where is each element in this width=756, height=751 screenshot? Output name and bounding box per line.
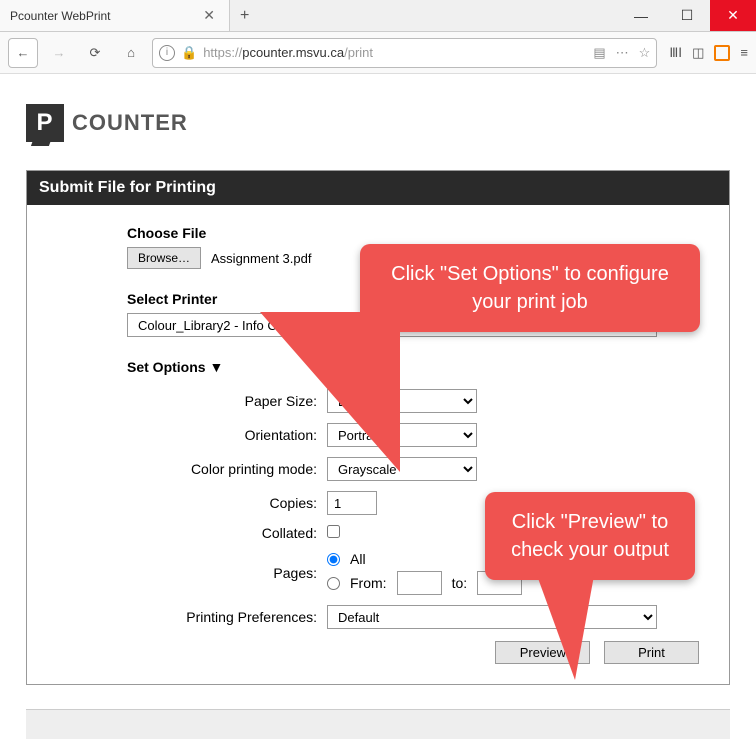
home-button[interactable]: ⌂ [116,38,146,68]
choose-file-label: Choose File [127,225,699,241]
collated-label: Collated: [127,525,327,541]
collated-checkbox[interactable] [327,525,340,538]
sidebar-icon[interactable]: ◫ [692,45,704,61]
url-scheme: https:// [203,45,242,60]
panel-title: Submit File for Printing [27,171,729,205]
pages-all-radio[interactable] [327,553,340,566]
copies-label: Copies: [127,495,327,511]
reload-button[interactable]: ⟳ [80,38,110,68]
url-host: pcounter.msvu.ca [242,45,344,60]
pages-from-radio[interactable] [327,577,340,590]
logo-text: COUNTER [72,110,188,136]
prefs-select[interactable]: Default [327,605,657,629]
browser-toolbar: ← → ⟳ ⌂ i 🔒 https://pcounter.msvu.ca/pri… [0,32,756,74]
extension-icon[interactable] [714,45,730,61]
url-more-icon[interactable]: ⋯ [616,45,629,61]
hamburger-menu-icon[interactable]: ≡ [740,45,748,60]
close-window-button[interactable]: ✕ [710,0,756,31]
pages-to-label: to: [452,575,468,591]
print-button[interactable]: Print [604,641,699,664]
url-text: https://pcounter.msvu.ca/print [203,45,373,60]
set-options-toggle[interactable]: Set Options ▼ [127,359,699,375]
browse-button[interactable]: Browse… [127,247,201,269]
reader-mode-icon[interactable]: ▤ [593,45,605,61]
pages-from-label: From: [350,575,387,591]
library-icon[interactable]: ⅢⅠ [669,45,682,61]
footer-strip [26,709,730,739]
page-content: P COUNTER Submit File for Printing Choos… [0,74,756,714]
forward-button[interactable]: → [44,38,74,68]
callout-set-options: Click "Set Options" to configure your pr… [360,244,700,332]
address-bar[interactable]: i 🔒 https://pcounter.msvu.ca/print ▤ ⋯ ☆ [152,38,657,68]
browser-tab[interactable]: Pcounter WebPrint ✕ [0,0,230,31]
window-titlebar: Pcounter WebPrint ✕ + — ☐ ✕ [0,0,756,32]
copies-input[interactable] [327,491,377,515]
selected-filename: Assignment 3.pdf [211,251,311,266]
logo-mark-icon: P [26,104,64,142]
lock-icon: 🔒 [181,45,197,61]
site-info-icon[interactable]: i [159,45,175,61]
tab-title: Pcounter WebPrint [10,9,199,23]
pages-all-label: All [350,551,366,567]
pcounter-logo: P COUNTER [26,104,730,142]
prefs-label: Printing Preferences: [127,609,327,625]
back-button[interactable]: ← [8,38,38,68]
pages-label: Pages: [127,565,327,581]
window-controls: — ☐ ✕ [618,0,756,31]
minimize-button[interactable]: — [618,0,664,31]
bookmark-star-icon[interactable]: ☆ [639,45,651,61]
tab-close-icon[interactable]: ✕ [199,7,219,24]
maximize-button[interactable]: ☐ [664,0,710,31]
url-path: /print [344,45,373,60]
callout-preview: Click "Preview" to check your output [485,492,695,580]
pages-from-input[interactable] [397,571,442,595]
new-tab-button[interactable]: + [230,0,259,31]
